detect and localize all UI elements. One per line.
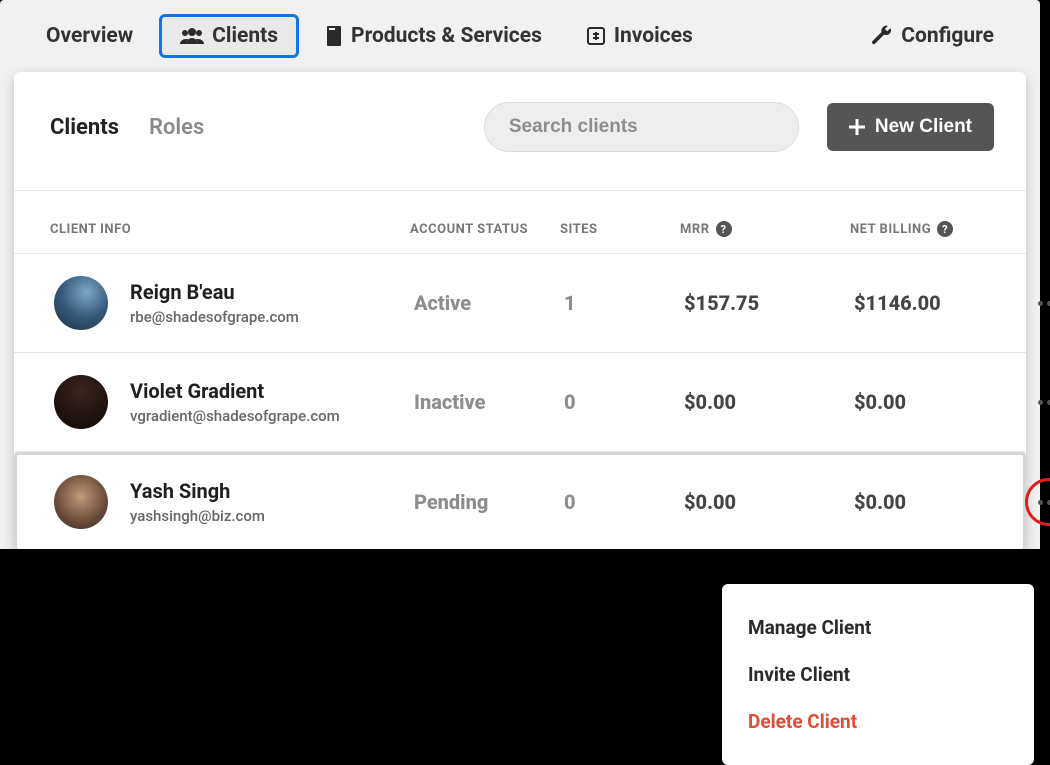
- col-client-info: CLIENT INFO: [50, 222, 410, 237]
- clients-panel: Clients Roles New Client CLIENT INFO ACC…: [14, 72, 1026, 549]
- net-billing-cell: $1146.00: [854, 291, 1024, 315]
- table-row[interactable]: Reign B'eau rbe@shadesofgrape.com Active…: [14, 254, 1026, 353]
- search-input[interactable]: [484, 102, 799, 152]
- col-net-billing: NET BILLING ?: [850, 221, 1020, 237]
- sites-cell: 1: [564, 291, 684, 315]
- subtab-roles[interactable]: Roles: [149, 115, 204, 140]
- table-header: CLIENT INFO ACCOUNT STATUS SITES MRR ? N…: [14, 191, 1026, 254]
- tab-label: Clients: [212, 24, 278, 48]
- top-nav: Overview Clients Products & Services Inv…: [0, 0, 1040, 72]
- new-client-label: New Client: [875, 116, 972, 138]
- status-cell: Pending: [414, 490, 564, 514]
- menu-item-invite-client[interactable]: Invite Client: [722, 651, 1034, 698]
- client-name: Reign B'eau: [130, 280, 299, 304]
- col-sites: SITES: [560, 222, 680, 237]
- client-info-cell: Yash Singh yashsingh@biz.com: [54, 475, 414, 529]
- configure-label: Configure: [901, 24, 994, 48]
- net-billing-cell: $0.00: [854, 490, 1024, 514]
- sites-cell: 0: [564, 490, 684, 514]
- users-icon: [180, 26, 204, 46]
- tab-label: Products & Services: [351, 24, 542, 48]
- row-actions-menu: Manage Client Invite Client Delete Clien…: [722, 584, 1034, 765]
- status-cell: Active: [414, 291, 564, 315]
- info-icon[interactable]: ?: [937, 221, 953, 237]
- more-button[interactable]: [1025, 279, 1050, 327]
- col-mrr-label: MRR: [680, 222, 710, 237]
- subtabs: Clients Roles: [50, 115, 204, 140]
- net-billing-cell: $0.00: [854, 390, 1024, 414]
- table-row[interactable]: Violet Gradient vgradient@shadesofgrape.…: [14, 353, 1026, 452]
- avatar: [54, 475, 108, 529]
- tab-label: Overview: [46, 24, 133, 48]
- tab-clients[interactable]: Clients: [159, 14, 299, 58]
- tab-overview[interactable]: Overview: [28, 14, 151, 58]
- mrr-cell: $157.75: [684, 291, 854, 315]
- col-net-billing-label: NET BILLING: [850, 222, 931, 237]
- avatar: [54, 276, 108, 330]
- client-email: yashsingh@biz.com: [130, 507, 265, 525]
- client-email: vgradient@shadesofgrape.com: [130, 407, 340, 425]
- avatar: [54, 375, 108, 429]
- menu-item-manage-client[interactable]: Manage Client: [722, 604, 1034, 651]
- subtab-clients[interactable]: Clients: [50, 115, 119, 140]
- client-info-cell: Reign B'eau rbe@shadesofgrape.com: [54, 276, 414, 330]
- info-icon[interactable]: ?: [716, 221, 732, 237]
- col-mrr: MRR ?: [680, 221, 850, 237]
- sites-cell: 0: [564, 390, 684, 414]
- plus-icon: [849, 119, 865, 135]
- tab-products-services[interactable]: Products & Services: [307, 14, 560, 58]
- status-cell: Inactive: [414, 390, 564, 414]
- mrr-cell: $0.00: [684, 490, 854, 514]
- search-wrap: [232, 102, 799, 152]
- mrr-cell: $0.00: [684, 390, 854, 414]
- client-info-cell: Violet Gradient vgradient@shadesofgrape.…: [54, 375, 414, 429]
- box-icon: [325, 25, 343, 47]
- table-row[interactable]: Yash Singh yashsingh@biz.com Pending 0 $…: [14, 452, 1026, 549]
- row-actions: [1024, 478, 1050, 526]
- new-client-button[interactable]: New Client: [827, 103, 994, 151]
- invoice-icon: [586, 26, 606, 46]
- configure-button[interactable]: Configure: [853, 14, 1012, 58]
- client-email: rbe@shadesofgrape.com: [130, 308, 299, 326]
- app-frame: Overview Clients Products & Services Inv…: [0, 0, 1040, 549]
- wrench-icon: [871, 25, 893, 47]
- col-account-status: ACCOUNT STATUS: [410, 222, 560, 237]
- panel-header: Clients Roles New Client: [14, 72, 1026, 182]
- row-actions: [1024, 378, 1050, 426]
- more-button[interactable]: [1025, 478, 1050, 526]
- tab-invoices[interactable]: Invoices: [568, 14, 711, 58]
- row-actions: [1024, 279, 1050, 327]
- client-meta: Yash Singh yashsingh@biz.com: [130, 479, 265, 525]
- menu-item-delete-client[interactable]: Delete Client: [722, 698, 1034, 745]
- tab-label: Invoices: [614, 24, 693, 48]
- client-meta: Reign B'eau rbe@shadesofgrape.com: [130, 280, 299, 326]
- client-name: Violet Gradient: [130, 379, 340, 403]
- client-name: Yash Singh: [130, 479, 265, 503]
- more-button[interactable]: [1025, 378, 1050, 426]
- client-meta: Violet Gradient vgradient@shadesofgrape.…: [130, 379, 340, 425]
